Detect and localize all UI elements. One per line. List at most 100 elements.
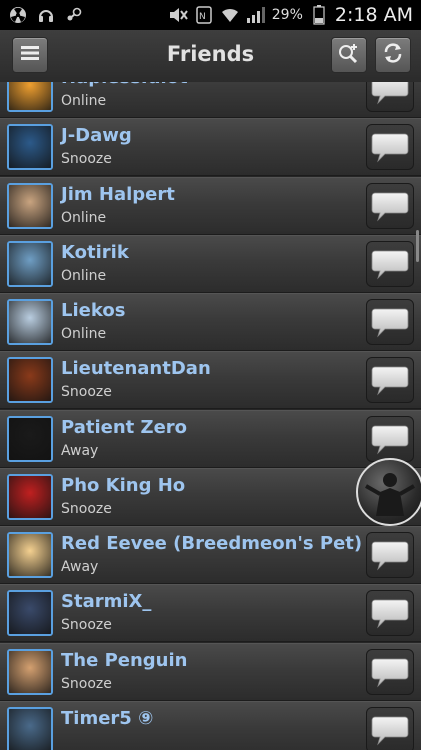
friend-row[interactable]: J-Dawg Snooze — [0, 118, 421, 177]
steam-icon — [64, 6, 84, 24]
chat-button[interactable] — [366, 706, 414, 750]
wifi-icon — [220, 6, 240, 24]
friend-row[interactable]: StarmiX_ Snooze — [0, 584, 421, 643]
avatar — [7, 590, 53, 637]
floating-chat-head[interactable] — [356, 458, 421, 526]
chat-button[interactable] — [366, 590, 414, 637]
mute-icon — [168, 6, 188, 24]
chat-button[interactable] — [366, 357, 414, 404]
chat-head-avatar-icon — [365, 473, 415, 516]
avatar-image — [9, 126, 51, 169]
avatar — [7, 299, 53, 345]
chat-bubble-icon — [371, 82, 409, 105]
friend-status: Snooze — [61, 617, 112, 634]
friend-status: Online — [61, 93, 107, 109]
friend-status: Snooze — [61, 384, 112, 401]
friends-list[interactable]: HaplessIdiot Online J-Dawg Snooze Jim Halper… — [0, 82, 421, 750]
avatar-image — [9, 242, 51, 285]
avatar — [7, 473, 53, 520]
friend-status: Online — [61, 267, 107, 284]
avatar-image — [9, 708, 51, 750]
avatar-image — [9, 534, 51, 576]
avatar-image — [9, 592, 51, 635]
clock: 2:18 AM — [334, 4, 413, 26]
chat-button[interactable] — [366, 240, 414, 287]
signal-icon — [246, 6, 266, 24]
radiation-icon — [8, 6, 28, 24]
friend-name: StarmiX_ — [61, 591, 152, 613]
friend-row[interactable]: Kotirik Online — [0, 234, 421, 293]
friend-name: Pho King Ho — [61, 474, 186, 496]
battery-icon — [309, 5, 329, 25]
friend-row[interactable]: Patient Zero Away — [0, 409, 421, 468]
scrollbar-thumb[interactable] — [416, 230, 419, 262]
avatar-image — [9, 184, 51, 227]
friend-row[interactable]: The Penguin Snooze — [0, 642, 421, 701]
avatar — [7, 648, 53, 695]
avatar-image — [9, 82, 51, 110]
friend-status: Online — [61, 326, 107, 342]
friend-status: Snooze — [61, 151, 112, 168]
friend-status: Snooze — [61, 675, 112, 692]
chat-button[interactable] — [366, 124, 414, 171]
friend-status: Snooze — [61, 500, 112, 517]
avatar — [7, 182, 53, 229]
chat-bubble-icon — [371, 250, 409, 280]
friend-name: HaplessIdiot — [61, 82, 188, 88]
app-bar: Friends — [0, 30, 421, 83]
chat-bubble-icon — [371, 308, 409, 338]
chat-bubble-icon — [371, 541, 409, 571]
status-bar: N 29% 2:18 AM — [0, 0, 421, 30]
chat-bubble-icon — [371, 192, 409, 221]
friend-name: Red Eevee (Breedmeon's Pet) — [61, 533, 363, 554]
friend-name: Timer5 ⑨ — [61, 707, 154, 729]
nfc-icon: N — [194, 6, 214, 24]
avatar-image — [9, 475, 51, 518]
headset-icon — [36, 6, 56, 24]
friend-row[interactable]: HaplessIdiot Online — [0, 82, 421, 118]
chat-bubble-icon — [371, 599, 409, 629]
friend-row[interactable]: Red Eevee (Breedmeon's Pet) Away — [0, 526, 421, 584]
search-add-icon — [337, 42, 361, 68]
friend-status: Away — [61, 559, 99, 575]
avatar — [7, 357, 53, 404]
refresh-icon — [382, 42, 404, 68]
friend-row[interactable]: Jim Halpert Online — [0, 176, 421, 235]
chat-bubble-icon — [371, 425, 409, 454]
avatar — [7, 532, 53, 578]
friend-name: Kotirik — [61, 241, 129, 263]
chat-button[interactable] — [366, 532, 414, 578]
battery-percent: 29% — [271, 7, 303, 23]
chat-button[interactable] — [366, 82, 414, 112]
friend-name: The Penguin — [61, 649, 188, 671]
avatar — [7, 82, 53, 112]
search-add-friend-button[interactable] — [331, 37, 367, 73]
avatar — [7, 124, 53, 171]
avatar — [7, 415, 53, 462]
chat-button[interactable] — [366, 648, 414, 695]
avatar-image — [9, 417, 51, 460]
avatar — [7, 706, 53, 750]
chat-bubble-icon — [371, 133, 409, 163]
svg-text:N: N — [199, 12, 206, 22]
chat-button[interactable] — [366, 415, 414, 462]
friend-status: Away — [61, 442, 99, 459]
avatar-image — [9, 650, 51, 693]
avatar-image — [9, 301, 51, 343]
friend-name: Liekos — [61, 300, 126, 321]
friend-name: J-Dawg — [61, 125, 132, 147]
friend-row[interactable]: Timer5 ⑨ — [0, 700, 421, 750]
chat-button[interactable] — [366, 299, 414, 345]
chat-bubble-icon — [371, 658, 409, 687]
friend-name: Patient Zero — [61, 416, 188, 438]
friend-row[interactable]: LieutenantDan Snooze — [0, 351, 421, 410]
friend-status: Online — [61, 209, 107, 226]
chat-bubble-icon — [371, 716, 409, 746]
friend-name: Jim Halpert — [61, 183, 175, 205]
friend-row[interactable]: Liekos Online — [0, 293, 421, 351]
chat-button[interactable] — [366, 182, 414, 229]
friend-name: LieutenantDan — [61, 358, 211, 380]
avatar-image — [9, 359, 51, 402]
refresh-button[interactable] — [375, 37, 411, 73]
avatar — [7, 240, 53, 287]
